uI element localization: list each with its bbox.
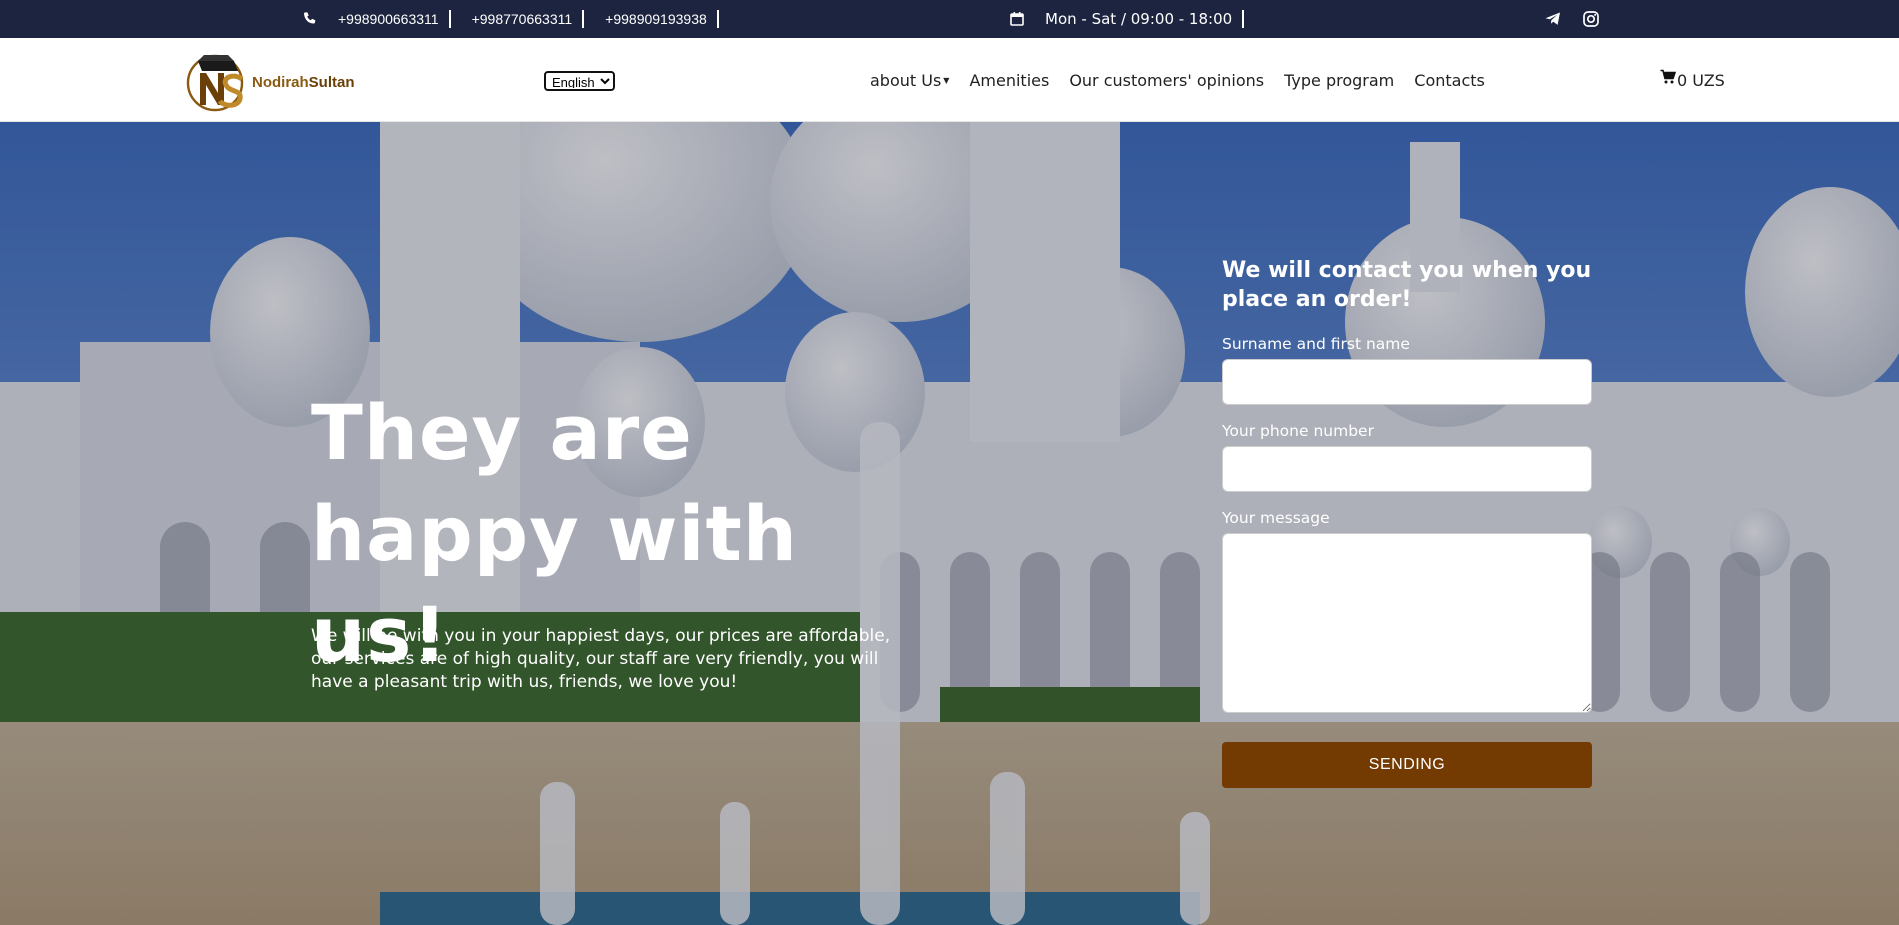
- cart[interactable]: 0 UZS: [1660, 38, 1725, 122]
- telegram-icon[interactable]: [1544, 10, 1562, 28]
- phone-field[interactable]: [1222, 446, 1592, 492]
- phone-numbers: +998900663311 +998770663311 +99890919393…: [302, 0, 740, 38]
- caret-down-icon: ▼: [943, 75, 950, 85]
- working-hours: Mon - Sat / 09:00 - 18:00: [1009, 0, 1245, 38]
- send-button[interactable]: SENDING: [1222, 742, 1592, 788]
- logo-text: NodirahSultan: [252, 74, 355, 91]
- nav-about-dropdown[interactable]: about Us ▼: [870, 71, 949, 90]
- top-info-bar: +998900663311 +998770663311 +99890919393…: [0, 0, 1899, 38]
- name-field[interactable]: [1222, 359, 1592, 405]
- social-links: [1544, 0, 1600, 38]
- contact-form-title: We will contact you when you place an or…: [1222, 258, 1592, 312]
- main-navbar: NodirahSultan English about Us ▼ Amenitie…: [0, 38, 1899, 122]
- calendar-icon: [1009, 11, 1025, 27]
- nav-type-program[interactable]: Type program: [1284, 71, 1394, 90]
- nav-customer-opinions[interactable]: Our customers' opinions: [1069, 71, 1264, 90]
- logo-emblem: [186, 54, 244, 112]
- phone-icon: [302, 11, 318, 27]
- logo-text-part1: Nodirah: [252, 73, 309, 91]
- cart-total: 0 UZS: [1677, 70, 1725, 90]
- phone-field-label: Your phone number: [1222, 422, 1374, 440]
- contact-form: We will contact you when you place an or…: [1222, 256, 1592, 788]
- nav-links: about Us ▼ Amenities Our customers' opini…: [870, 38, 1505, 122]
- language-select[interactable]: English: [544, 71, 615, 91]
- phone-number-2[interactable]: +998770663311: [472, 10, 585, 28]
- instagram-icon[interactable]: [1582, 10, 1600, 28]
- hero-section: They are happy with us! We will be with y…: [0, 122, 1899, 925]
- nav-about-label: about Us: [870, 70, 942, 90]
- message-field[interactable]: [1222, 533, 1592, 713]
- message-field-label: Your message: [1222, 509, 1330, 527]
- logo[interactable]: NodirahSultan: [184, 47, 355, 113]
- hero-description: We will be with you in your happiest day…: [311, 626, 891, 692]
- hero-title-line1: They are: [311, 388, 693, 477]
- logo-text-part2: Sultan: [308, 73, 355, 91]
- name-field-label: Surname and first name: [1222, 335, 1410, 353]
- phone-number-3[interactable]: +998909193938: [605, 10, 719, 28]
- nav-amenities[interactable]: Amenities: [969, 71, 1049, 90]
- cart-icon: [1660, 69, 1676, 84]
- working-hours-text: Mon - Sat / 09:00 - 18:00: [1045, 10, 1245, 28]
- phone-number-1[interactable]: +998900663311: [338, 10, 451, 28]
- nav-contacts[interactable]: Contacts: [1414, 71, 1485, 90]
